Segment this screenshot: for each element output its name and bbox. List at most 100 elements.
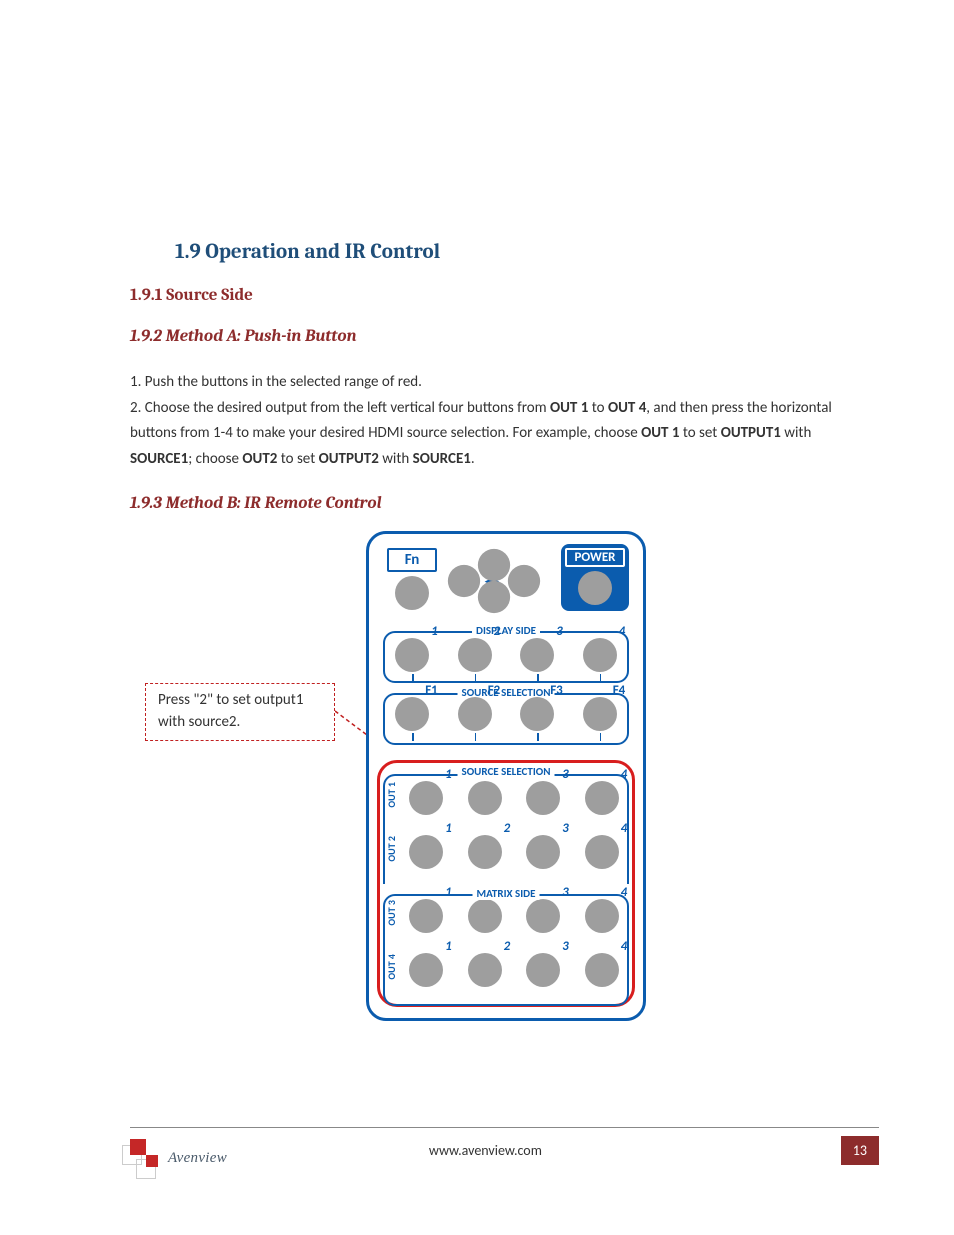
out3-3-label: 3: [562, 885, 569, 900]
body-line2-g: to set: [277, 450, 318, 468]
out4-1-label: 1: [445, 939, 452, 954]
callout-box: Press "2" to set output1 with source2.: [145, 683, 335, 741]
page-footer: www.avenview.com 13: [130, 1127, 879, 1165]
tick-icon: [600, 733, 602, 741]
fn-label: Fn: [387, 548, 437, 572]
bold-output2: OUTPUT2: [319, 450, 379, 468]
f1-button[interactable]: [395, 697, 429, 731]
out4-src2-button[interactable]: [468, 953, 502, 987]
body-line2-d: to set: [679, 424, 720, 442]
f4-label: F4: [613, 683, 626, 698]
f2-label: F2: [488, 683, 501, 698]
bold-out1: OUT 1: [550, 399, 588, 417]
power-label: POWER: [565, 548, 625, 567]
f3-label: F3: [550, 683, 563, 698]
nav-down-button[interactable]: [478, 581, 510, 613]
out2-src3-button[interactable]: [526, 835, 560, 869]
out4-3-label: 3: [562, 939, 569, 954]
out3-src1-button[interactable]: [409, 899, 443, 933]
out2-src1-button[interactable]: [409, 835, 443, 869]
tick-icon: [537, 674, 539, 682]
f2-button[interactable]: [458, 697, 492, 731]
out2-2-label: 2: [504, 821, 511, 836]
bold-source1b: SOURCE1: [413, 450, 471, 468]
bold-out4: OUT 4: [608, 399, 646, 417]
brand-name: Avenview: [168, 1150, 227, 1167]
nav-right-button[interactable]: [508, 565, 540, 597]
display-4-button[interactable]: [583, 638, 617, 672]
body-line2-f: ; choose: [188, 450, 242, 468]
nav-dpad: ◀ ▶: [449, 554, 539, 614]
out3-src2-button[interactable]: [468, 899, 502, 933]
body-paragraph: 1. Push the buttons in the selected rang…: [130, 370, 844, 472]
out1-3-label: 3: [562, 767, 569, 782]
display-1-label: 1: [431, 624, 438, 639]
display-2-button[interactable]: [458, 638, 492, 672]
body-line2-h: with: [379, 450, 413, 468]
out3-4-label: 4: [621, 885, 628, 900]
out2-row: 1 2 3 4: [397, 835, 631, 869]
out1-4-label: 4: [621, 767, 628, 782]
out2-4-label: 4: [621, 821, 628, 836]
out3-src3-button[interactable]: [526, 899, 560, 933]
display-3-label: 3: [556, 624, 563, 639]
out3-row: 1 2 3 4: [397, 899, 631, 933]
out4-src3-button[interactable]: [526, 953, 560, 987]
out4-row: 1 2 3 4: [397, 953, 631, 987]
out4-src4-button[interactable]: [585, 953, 619, 987]
out2-src4-button[interactable]: [585, 835, 619, 869]
footer-url: www.avenview.com: [130, 1142, 841, 1159]
out4-src1-button[interactable]: [409, 953, 443, 987]
tick-icon: [475, 674, 477, 682]
display-1-button[interactable]: [395, 638, 429, 672]
f4-button[interactable]: [583, 697, 617, 731]
tick-icon: [475, 733, 477, 741]
out1-1-label: 1: [445, 767, 452, 782]
display-3-button[interactable]: [520, 638, 554, 672]
fkey-row: F1 F2 F3 F4: [381, 697, 631, 731]
ir-remote: Fn ◀ ▶ POWER DISPLAY SIDE 1: [366, 531, 646, 1021]
body-line1: 1. Push the buttons in the selected rang…: [130, 373, 422, 391]
out2-src2-button[interactable]: [468, 835, 502, 869]
heading-method-b: 1.9.3 Method B: IR Remote Control: [130, 494, 844, 513]
heading-section: 1.9 Operation and IR Control: [175, 240, 844, 264]
avenview-logo-icon: [122, 1135, 166, 1179]
power-button[interactable]: [578, 571, 612, 605]
bold-source1: SOURCE1: [130, 450, 188, 468]
out1-src4-button[interactable]: [585, 781, 619, 815]
display-4-label: 4: [619, 624, 626, 639]
out1-src2-button[interactable]: [468, 781, 502, 815]
display-side-label: DISPLAY SIDE: [472, 624, 540, 637]
out1-row: 1 2 3 4: [397, 781, 631, 815]
matrix-side-label: MATRIX SIDE: [473, 887, 540, 900]
nav-left-button[interactable]: [448, 565, 480, 597]
out3-src4-button[interactable]: [585, 899, 619, 933]
display-2-label: 2: [494, 624, 501, 639]
out4-4-label: 4: [621, 939, 628, 954]
out2-1-label: 1: [445, 821, 452, 836]
nav-up-button[interactable]: [478, 549, 510, 581]
bold-output1: OUTPUT1: [721, 424, 781, 442]
footer-page-number: 13: [841, 1136, 879, 1165]
bold-out1b: OUT 1: [641, 424, 679, 442]
power-button-group: POWER: [561, 544, 629, 611]
body-line2-b: to: [588, 399, 608, 417]
fn-button-group: Fn: [387, 548, 437, 610]
body-line2-i: .: [471, 450, 475, 468]
f1-label: F1: [425, 683, 438, 698]
display-row: 1 2 3 4: [381, 638, 631, 672]
tick-icon: [537, 733, 539, 741]
source-selection-label-2: SOURCE SELECTION: [458, 765, 555, 778]
f3-button[interactable]: [520, 697, 554, 731]
heading-method-a: 1.9.2 Method A: Push-in Button: [130, 327, 844, 346]
bold-out2: OUT2: [242, 450, 277, 468]
remote-figure: Press "2" to set output1 with source2. F…: [130, 531, 844, 1021]
body-line2-e: with: [781, 424, 811, 442]
out1-src3-button[interactable]: [526, 781, 560, 815]
out2-3-label: 3: [562, 821, 569, 836]
fn-button[interactable]: [395, 576, 429, 610]
heading-sub1: 1.9.1 Source Side: [130, 286, 844, 305]
out1-src1-button[interactable]: [409, 781, 443, 815]
tick-icon: [412, 674, 414, 682]
tick-icon: [600, 674, 602, 682]
